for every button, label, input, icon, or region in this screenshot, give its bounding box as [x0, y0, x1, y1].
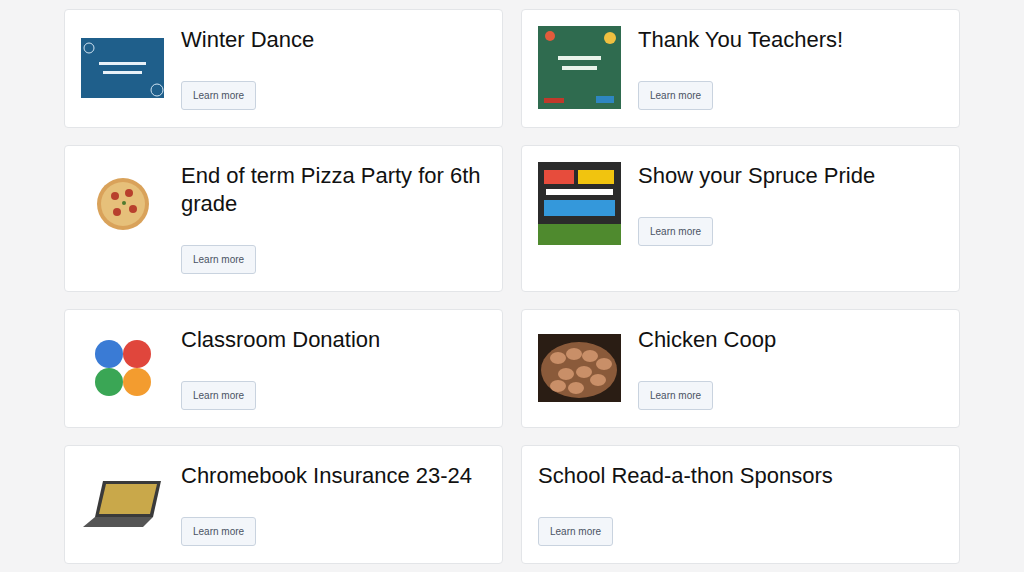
card-body: Thank You Teachers! Learn more	[638, 26, 943, 110]
winter-dance-picture	[81, 38, 164, 98]
eggs-picture	[538, 334, 621, 402]
event-card: Thank You Teachers! Learn more	[521, 9, 960, 128]
card-title: Classroom Donation	[181, 326, 380, 354]
pizza-picture	[95, 176, 151, 232]
card-thumbnail	[81, 162, 164, 245]
learn-more-button[interactable]: Learn more	[538, 517, 613, 546]
card-body: Show your Spruce Pride Learn more	[638, 162, 943, 246]
card-title: Chicken Coop	[638, 326, 776, 354]
card-thumbnail	[538, 26, 621, 109]
learn-more-button[interactable]: Learn more	[181, 81, 256, 110]
learn-more-button[interactable]: Learn more	[638, 381, 713, 410]
event-card: Chicken Coop Learn more	[521, 309, 960, 428]
hands-picture	[87, 332, 159, 404]
event-card: End of term Pizza Party for 6th grade Lea…	[64, 145, 503, 292]
card-thumbnail	[81, 26, 164, 109]
learn-more-button[interactable]: Learn more	[181, 245, 256, 274]
event-card: School Read-a-thon Sponsors Learn more	[521, 445, 960, 564]
laptop-picture	[81, 479, 164, 529]
card-thumbnail	[538, 162, 621, 245]
card-title: School Read-a-thon Sponsors	[538, 462, 833, 490]
learn-more-button[interactable]: Learn more	[638, 217, 713, 246]
event-card: Classroom Donation Learn more	[64, 309, 503, 428]
card-body: Chromebook Insurance 23-24 Learn more	[181, 462, 486, 546]
teachers-picture	[538, 26, 621, 109]
card-thumbnail	[81, 462, 164, 545]
card-body: End of term Pizza Party for 6th grade Lea…	[181, 162, 486, 274]
learn-more-button[interactable]: Learn more	[181, 517, 256, 546]
card-title: Thank You Teachers!	[638, 26, 843, 54]
card-thumbnail	[81, 326, 164, 409]
card-title: End of term Pizza Party for 6th grade	[181, 162, 486, 218]
card-body: School Read-a-thon Sponsors Learn more	[538, 462, 943, 546]
card-title: Winter Dance	[181, 26, 314, 54]
learn-more-button[interactable]: Learn more	[638, 81, 713, 110]
card-body: Winter Dance Learn more	[181, 26, 486, 110]
card-thumbnail	[538, 326, 621, 409]
card-grid: Winter DanceLearn moreThank You Teachers…	[64, 0, 960, 572]
card-body: Chicken Coop Learn more	[638, 326, 943, 410]
event-card: Chromebook Insurance 23-24 Learn more	[64, 445, 503, 564]
card-title: Show your Spruce Pride	[638, 162, 875, 190]
spruce-pride-picture	[538, 162, 621, 245]
learn-more-button[interactable]: Learn more	[181, 381, 256, 410]
card-title: Chromebook Insurance 23-24	[181, 462, 472, 490]
event-card: Winter Dance Learn more	[64, 9, 503, 128]
event-card: Show your Spruce Pride Learn more	[521, 145, 960, 292]
card-body: Classroom Donation Learn more	[181, 326, 486, 410]
